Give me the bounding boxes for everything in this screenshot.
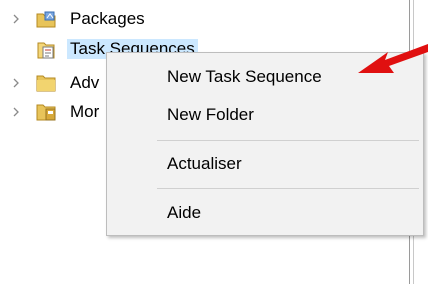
chevron-right-icon[interactable] <box>10 77 22 89</box>
menu-separator <box>157 140 419 141</box>
menu-item-actualiser[interactable]: Actualiser <box>107 147 423 181</box>
screenshot-canvas: Packages Task Sequences Adv Mor New Task… <box>0 0 428 284</box>
red-arrow-annotation <box>358 44 428 73</box>
monitoring-folder-icon <box>36 102 56 122</box>
tree-item-label: Packages <box>70 9 145 28</box>
menu-item-label: Aide <box>167 203 202 222</box>
tree-item-label: Mor <box>70 102 100 121</box>
task-sequence-icon <box>36 39 56 59</box>
menu-item-aide[interactable]: Aide <box>107 196 423 230</box>
menu-item-label: New Task Sequence <box>167 67 322 86</box>
packages-folder-icon <box>36 9 56 29</box>
menu-separator <box>157 188 419 189</box>
chevron-right-icon[interactable] <box>10 13 22 25</box>
menu-item-label: Actualiser <box>167 154 242 173</box>
chevron-right-icon[interactable] <box>10 106 22 118</box>
folder-icon <box>36 73 56 93</box>
tree-item-label: Adv <box>70 73 100 92</box>
menu-item-label: New Folder <box>167 105 254 124</box>
menu-item-new-folder[interactable]: New Folder <box>107 98 423 132</box>
